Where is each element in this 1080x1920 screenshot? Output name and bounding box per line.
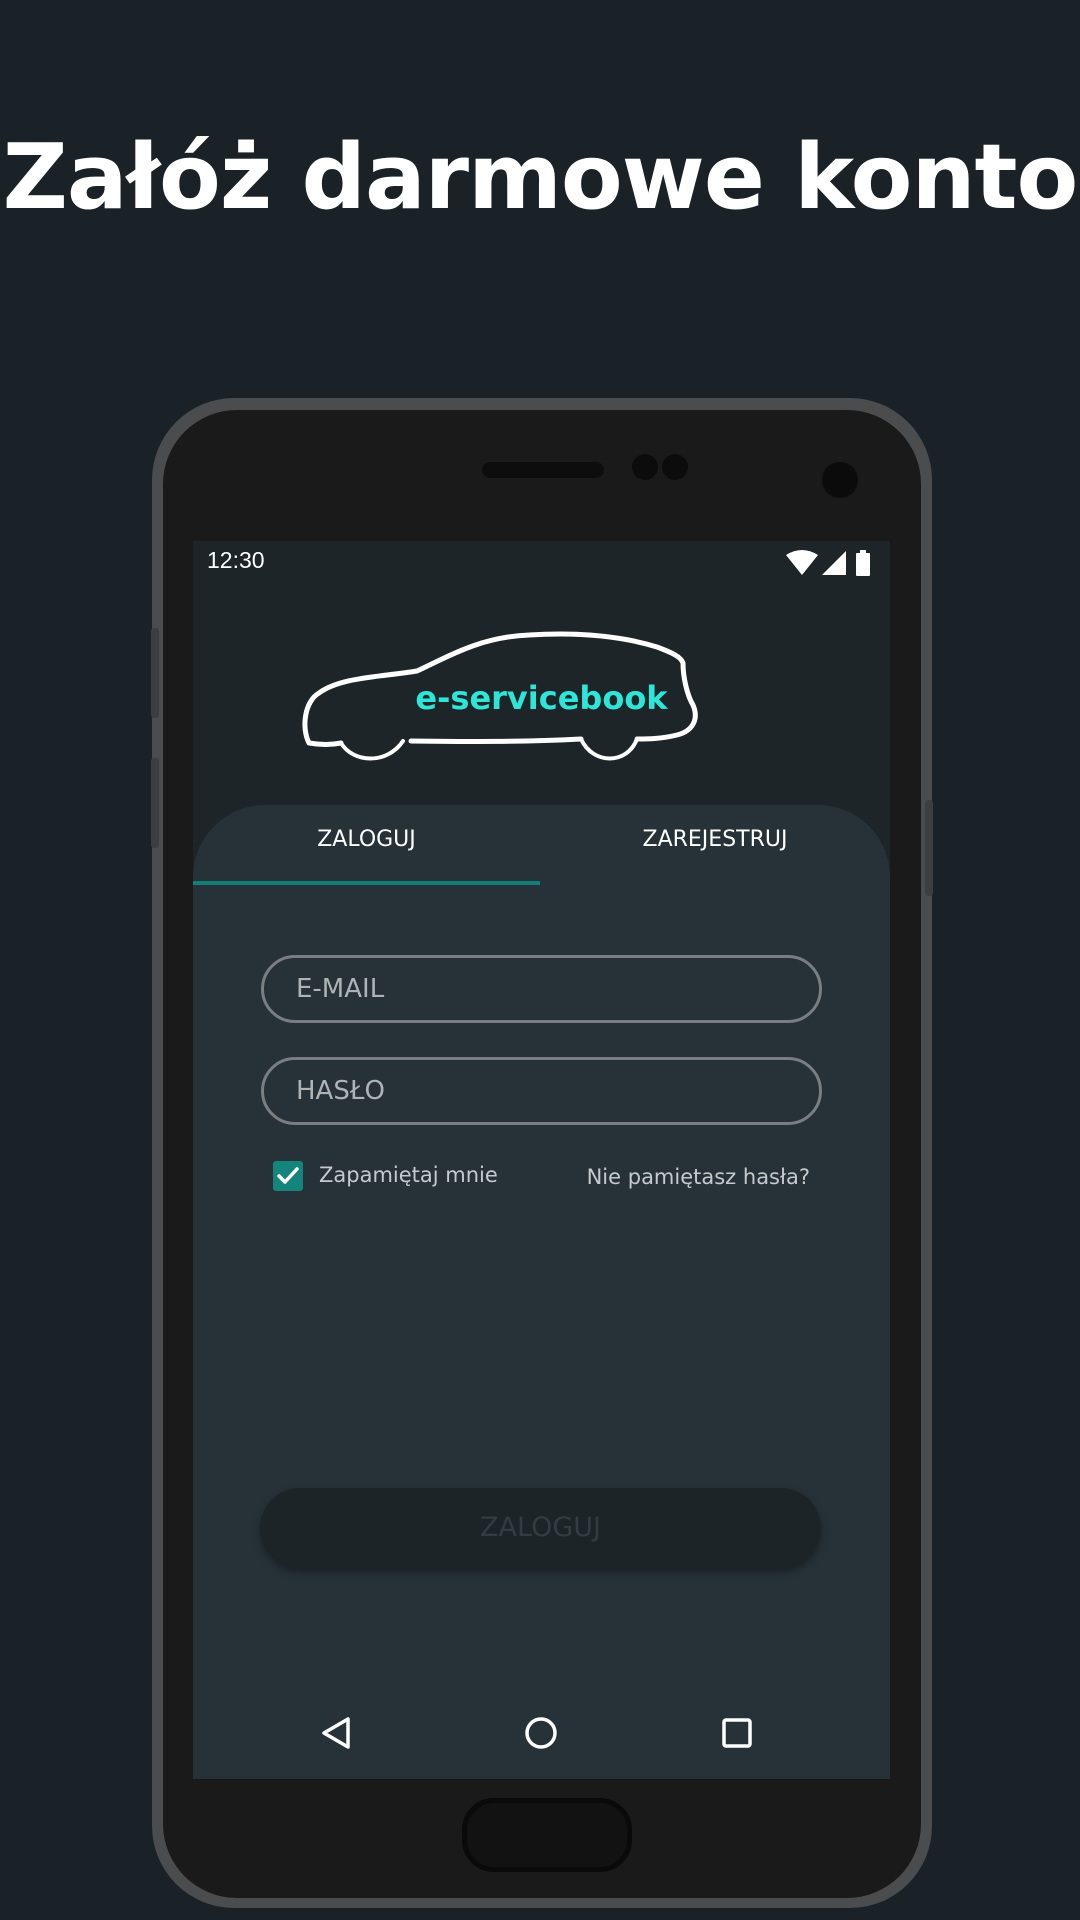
tab-indicator (193, 881, 540, 885)
phone-screen: 12:30 e-servicebook ZALOGUJ ZAREJESTRUJ … (193, 541, 890, 1779)
volume-button (151, 758, 159, 848)
power-button (925, 800, 933, 896)
status-time: 12:30 (207, 547, 265, 573)
signal-icon (822, 551, 846, 575)
remember-label: Zapamiętaj mnie (319, 1163, 498, 1187)
check-icon (277, 1167, 299, 1184)
earpiece-speaker (482, 462, 604, 478)
nav-bar (193, 1691, 890, 1779)
battery-icon (856, 550, 870, 576)
password-field[interactable]: HASŁO (261, 1057, 822, 1125)
recents-icon[interactable] (707, 1703, 767, 1763)
home-icon[interactable] (511, 1703, 571, 1763)
tab-login[interactable]: ZALOGUJ (193, 805, 540, 885)
remember-checkbox[interactable] (273, 1161, 303, 1191)
front-camera-icon (822, 462, 858, 498)
login-card: ZALOGUJ ZAREJESTRUJ E-MAIL HASŁO Zapamię… (193, 805, 890, 1779)
tab-register[interactable]: ZAREJESTRUJ (540, 805, 890, 885)
password-placeholder: HASŁO (296, 1076, 385, 1106)
email-field[interactable]: E-MAIL (261, 955, 822, 1023)
forgot-password-link[interactable]: Nie pamiętasz hasła? (587, 1165, 810, 1189)
volume-button (151, 628, 159, 718)
back-icon[interactable] (307, 1703, 367, 1763)
sensor-icon (632, 454, 658, 480)
sensor-icon (662, 454, 688, 480)
login-button[interactable]: ZALOGUJ (260, 1488, 821, 1568)
home-key (462, 1798, 632, 1872)
app-logo-text: e-servicebook (415, 679, 668, 717)
email-placeholder: E-MAIL (296, 974, 385, 1004)
status-icons (786, 550, 870, 576)
headline: Załóż darmowe konto (2, 125, 1079, 230)
wifi-icon (786, 550, 818, 575)
